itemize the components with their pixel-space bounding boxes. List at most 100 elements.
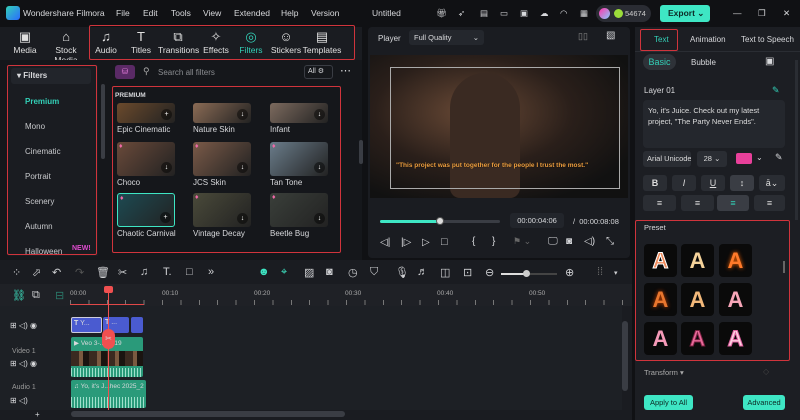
keyframe-icon[interactable]: ◇ (763, 367, 769, 376)
sidebar-scrollbar[interactable] (101, 84, 105, 159)
italic-button[interactable]: I (672, 175, 696, 191)
save-icon[interactable]: ▣ (520, 8, 528, 19)
filter-thumbnail[interactable]: ♦ ↓ (193, 193, 251, 227)
link-icon[interactable]: ⛓ (12, 289, 26, 302)
preset-6[interactable]: A (719, 283, 752, 316)
subtab-basic[interactable]: Basic (643, 54, 676, 70)
align-justify-button[interactable]: ≡ (754, 195, 785, 211)
filter-thumbnail[interactable]: ↓ (270, 103, 328, 123)
split-scissors-icon[interactable]: ✂ (102, 329, 115, 349)
underline-button[interactable]: U (701, 175, 725, 191)
search-input[interactable]: Search all filters (158, 68, 215, 77)
redo-icon[interactable]: ↷ (75, 266, 84, 279)
close-icon[interactable]: ✕ (783, 8, 790, 19)
category-scenery[interactable]: Scenery (25, 197, 54, 206)
filter-thumbnail[interactable]: ♦ ↓ (270, 142, 328, 176)
mark-out-icon[interactable]: } (492, 236, 495, 247)
preset-1[interactable]: A (644, 244, 677, 277)
filter-thumbnail[interactable]: ♦ + (117, 193, 175, 227)
category-mono[interactable]: Mono (25, 122, 45, 131)
mark-in-icon[interactable]: { (472, 236, 475, 247)
subtab-bubble[interactable]: Bubble (691, 58, 716, 67)
text-tool-icon[interactable]: T. (163, 266, 172, 278)
preset-5[interactable]: A (681, 283, 714, 316)
credits-pill[interactable]: 54674 (596, 5, 651, 22)
line-spacing-button[interactable]: ↕ (730, 175, 754, 191)
premium-filter-toggle[interactable]: ⛁ (115, 65, 135, 79)
playhead-handle[interactable] (104, 286, 113, 293)
filter-thumbnail[interactable]: ♦ ↓ (117, 142, 175, 176)
category-cinematic[interactable]: Cinematic (25, 147, 61, 156)
marker-icon[interactable]: ⚑ ⌄ (513, 236, 531, 247)
tab-filters[interactable]: ◎ Filters (231, 29, 271, 55)
right-scrollbar[interactable] (795, 60, 798, 220)
group-icon[interactable]: ⧉ (32, 289, 40, 302)
filters-header[interactable]: ▾ Filters (11, 68, 91, 84)
preset-2[interactable]: A (681, 244, 714, 277)
seek-bar[interactable] (380, 217, 500, 225)
align-right-button[interactable]: ≡ (681, 195, 714, 211)
tab-media[interactable]: ▣ Media (5, 29, 45, 55)
audio-edit-icon[interactable]: ♫ (140, 266, 148, 278)
tab-text[interactable]: Text (654, 35, 669, 44)
add-track-icon[interactable]: + (35, 410, 40, 419)
more-icon[interactable]: ⋯ (340, 64, 351, 77)
shield-icon[interactable]: ⛉ (370, 266, 378, 279)
all-filter-dropdown[interactable]: All ⚙ (304, 65, 333, 79)
quality-dropdown[interactable]: Full Quality ⌄ (409, 30, 484, 45)
download-icon[interactable]: ↓ (161, 162, 172, 173)
download-icon[interactable]: ↓ (314, 162, 325, 173)
preset-8[interactable]: A (681, 322, 714, 355)
preset-4[interactable]: A (644, 283, 677, 316)
bold-button[interactable]: B (643, 175, 667, 191)
font-dropdown[interactable]: Arial Unicode (643, 151, 691, 167)
title-clip-1[interactable]: T Y... (71, 317, 102, 333)
download-icon[interactable]: ↓ (237, 109, 248, 120)
seek-handle[interactable] (436, 217, 444, 225)
zoom-in-icon[interactable]: ⊕ (565, 266, 574, 279)
timeline-hscrollbar[interactable] (71, 411, 345, 417)
menu-view[interactable]: View (203, 8, 221, 18)
layout-grid-icon[interactable]: ⁘ (12, 266, 21, 279)
text-bounding-box[interactable] (390, 67, 620, 189)
track-icon[interactable]: ⊟ (55, 289, 64, 302)
download-icon[interactable]: ↓ (237, 213, 248, 224)
filter-thumbnail[interactable]: ♦ ↓ (270, 193, 328, 227)
text-input[interactable]: Yo, it's Juice. Check out my latest proj… (643, 100, 785, 148)
tab-text-to-speech[interactable]: Text to Speech (741, 35, 799, 44)
next-frame-icon[interactable]: |▷ (401, 237, 411, 248)
dropdown-icon[interactable]: ▾ (614, 269, 618, 277)
preset-3[interactable]: A (719, 244, 752, 277)
play-preview-icon[interactable]: ◷ (348, 266, 358, 279)
volume-icon[interactable]: ◁) (584, 236, 595, 247)
tab-titles[interactable]: T Titles (121, 29, 161, 55)
snap-icon[interactable]: ⌖ (281, 266, 287, 279)
play-icon[interactable]: ▷ (422, 237, 430, 248)
menu-file[interactable]: File (116, 8, 130, 18)
filter-thumbnail[interactable]: ↓ (193, 103, 251, 123)
stop-icon[interactable]: □ (441, 236, 448, 248)
fit-icon[interactable]: ⊡ (463, 266, 472, 279)
undo-icon[interactable]: ↶ (52, 266, 61, 279)
title-clip-3[interactable] (131, 317, 143, 333)
display-icon[interactable]: 🖵︎ (548, 236, 558, 247)
category-premium[interactable]: Premium (25, 97, 59, 106)
zoom-out-icon[interactable]: ⊖ (485, 266, 494, 279)
category-autumn[interactable]: Autumn (25, 222, 53, 231)
menu-version[interactable]: Version (311, 8, 339, 18)
more-tools-icon[interactable]: » (208, 266, 214, 278)
tab-audio[interactable]: ♫ Audio (86, 29, 126, 55)
color-dropdown-icon[interactable]: ⌄ (756, 153, 763, 162)
category-halloween[interactable]: Halloween (25, 247, 62, 255)
align-left-button[interactable]: ≡ (643, 195, 676, 211)
filter-thumbnail[interactable]: + (117, 103, 175, 123)
add-icon[interactable]: + (161, 109, 172, 120)
menu-edit[interactable]: Edit (143, 8, 158, 18)
tab-effects[interactable]: ✧ Effects (196, 29, 236, 55)
snapshot-image-icon[interactable]: ▧ (606, 30, 615, 41)
layout-icon[interactable]: ▭ (500, 8, 508, 19)
menu-extended[interactable]: Extended (234, 8, 270, 18)
minimize-icon[interactable]: — (733, 8, 742, 18)
eyedropper-icon[interactable]: ✎ (775, 152, 783, 163)
apps-icon[interactable]: ▦ (580, 8, 588, 19)
